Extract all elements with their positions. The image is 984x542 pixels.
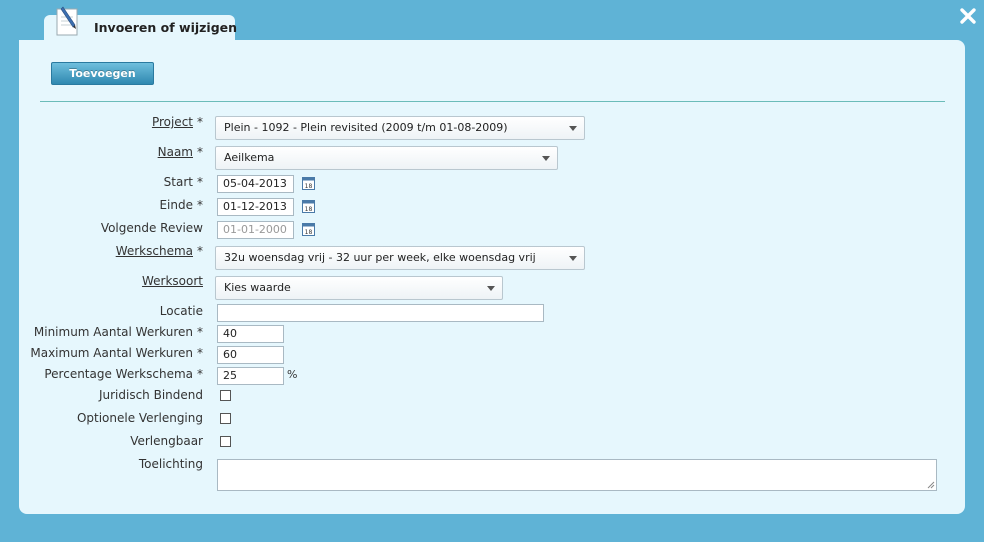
optionele-verlenging-label: Optionele Verlenging	[76, 411, 203, 425]
locatie-label: Locatie	[159, 304, 203, 318]
max-werkuren-input[interactable]: 60	[217, 346, 284, 364]
percent-unit: %	[287, 368, 298, 381]
werksoort-select[interactable]: Kies waarde	[215, 276, 503, 300]
min-werkuren-input[interactable]: 40	[217, 325, 284, 343]
percentage-label: Percentage Werkschema *	[44, 367, 203, 381]
review-date-input[interactable]: 01-01-2000	[217, 221, 294, 239]
window-tab: Invoeren of wijzigen	[44, 6, 238, 42]
project-label[interactable]: Project *	[152, 115, 203, 129]
divider	[40, 101, 945, 102]
close-icon[interactable]	[958, 6, 978, 26]
svg-text:18: 18	[305, 229, 313, 236]
chevron-down-icon	[569, 126, 577, 131]
juridisch-bindend-checkbox[interactable]	[220, 390, 231, 401]
window-title: Invoeren of wijzigen	[94, 20, 238, 35]
add-button[interactable]: Toevoegen	[51, 62, 154, 85]
svg-text:18: 18	[305, 206, 313, 213]
verlengbaar-checkbox[interactable]	[220, 436, 231, 447]
toelichting-textarea[interactable]	[217, 459, 937, 491]
edit-document-icon	[56, 6, 78, 36]
chevron-down-icon	[542, 156, 550, 161]
naam-label[interactable]: Naam *	[158, 145, 203, 159]
werkschema-label[interactable]: Werkschema *	[116, 244, 203, 258]
max-werkuren-label: Maximum Aantal Werkuren *	[30, 346, 203, 360]
calendar-icon[interactable]: 18	[302, 222, 315, 236]
calendar-icon[interactable]: 18	[302, 199, 315, 213]
start-date-input[interactable]: 05-04-2013	[217, 175, 294, 193]
juridisch-bindend-label: Juridisch Bindend	[98, 388, 203, 402]
werksoort-label[interactable]: Werksoort	[142, 274, 203, 288]
end-date-input[interactable]: 01-12-2013	[217, 198, 294, 216]
volgende-review-label: Volgende Review	[100, 221, 203, 235]
einde-label: Einde *	[159, 198, 203, 212]
percentage-input[interactable]: 25	[217, 367, 284, 385]
verlengbaar-label: Verlengbaar	[130, 434, 203, 448]
locatie-input[interactable]	[217, 304, 544, 322]
min-werkuren-label: Minimum Aantal Werkuren *	[33, 325, 203, 339]
chevron-down-icon	[569, 256, 577, 261]
start-label: Start *	[163, 175, 203, 189]
chevron-down-icon	[487, 286, 495, 291]
naam-select[interactable]: Aeilkema	[215, 146, 558, 170]
optionele-verlenging-checkbox[interactable]	[220, 413, 231, 424]
toelichting-label: Toelichting	[138, 457, 203, 471]
werkschema-select[interactable]: 32u woensdag vrij - 32 uur per week, elk…	[215, 246, 585, 270]
resize-grip-icon[interactable]	[927, 481, 935, 489]
project-select[interactable]: Plein - 1092 - Plein revisited (2009 t/m…	[215, 116, 585, 140]
calendar-icon[interactable]: 18	[302, 176, 315, 190]
svg-text:18: 18	[305, 183, 313, 190]
